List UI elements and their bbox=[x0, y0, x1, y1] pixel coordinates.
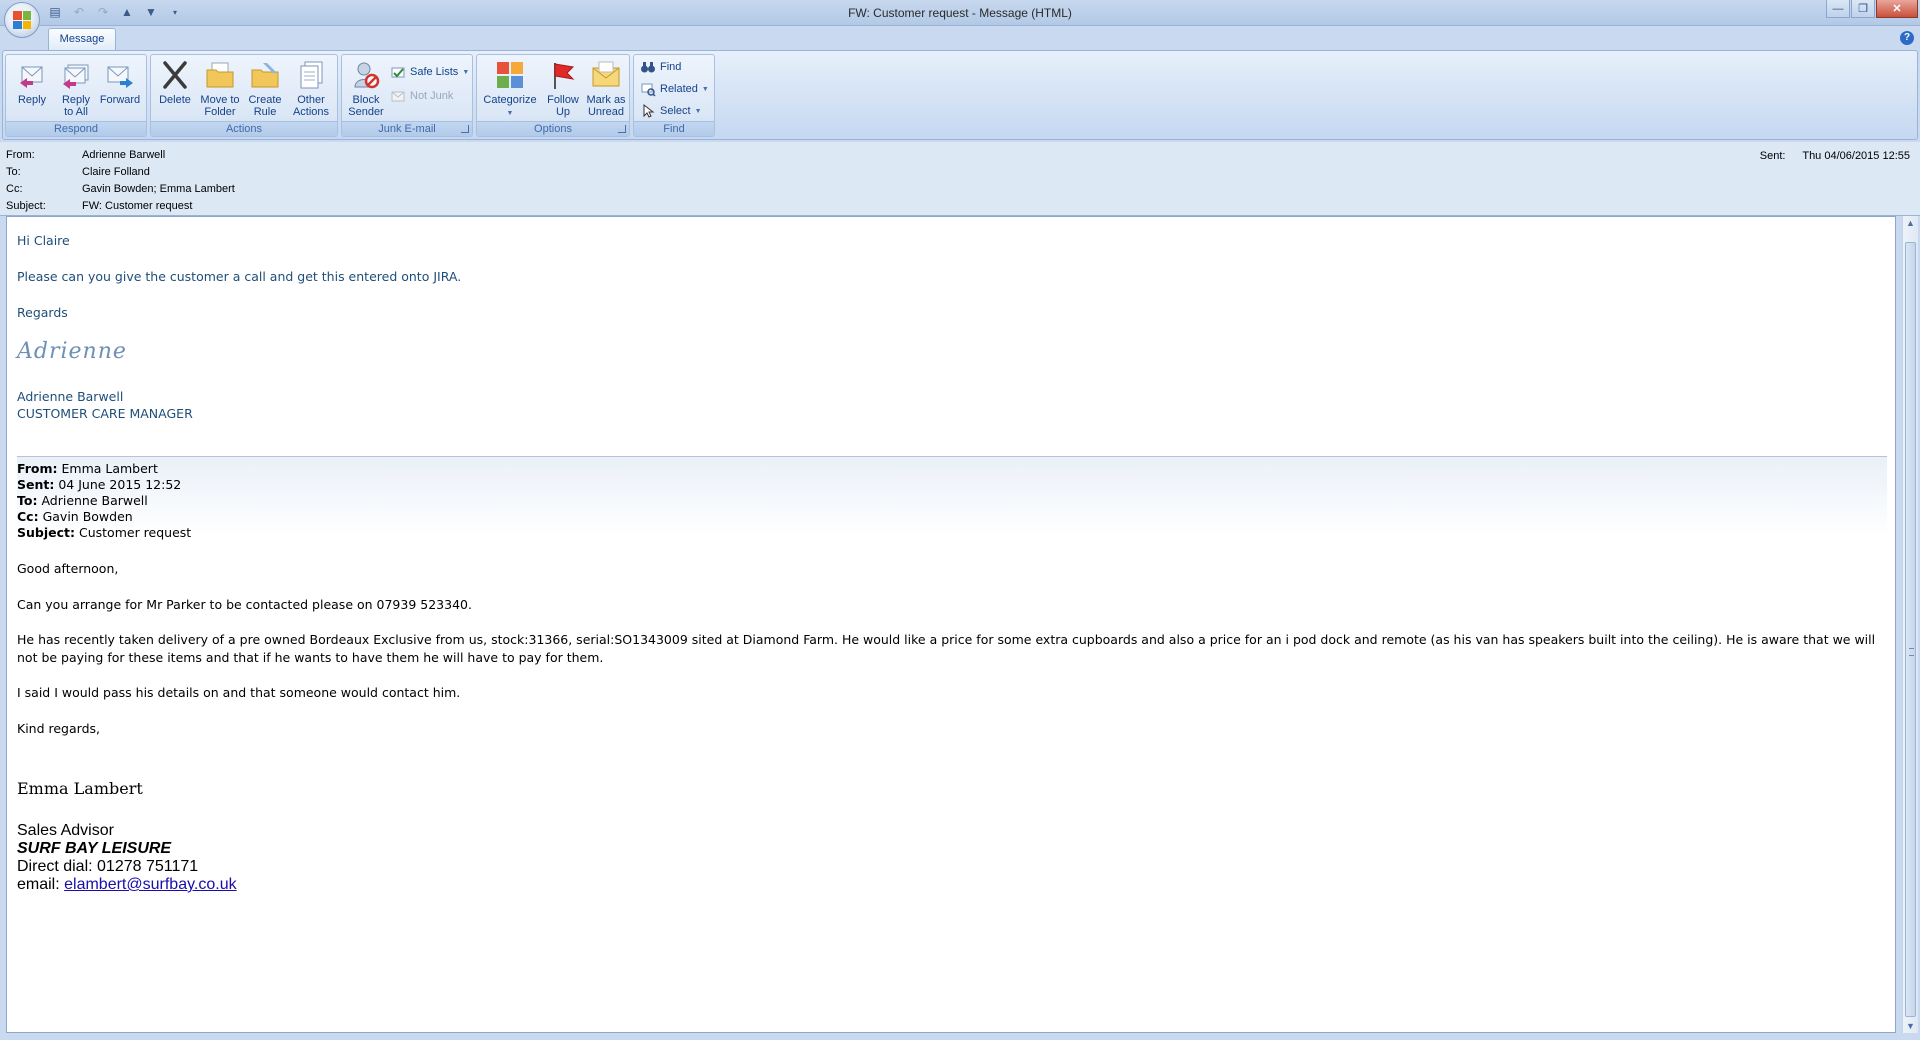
scroll-grip-icon bbox=[1909, 648, 1914, 656]
signature-title: CUSTOMER CARE MANAGER bbox=[17, 406, 193, 421]
fw-company: SURF BAY LEISURE bbox=[17, 840, 172, 857]
options-group: Categorize ▼ Follow Up Mark as Unread Op… bbox=[476, 54, 630, 137]
respond-group: Reply Reply to All Forward Respond bbox=[5, 54, 147, 137]
safe-lists-button[interactable]: Safe Lists ▼ bbox=[390, 63, 469, 81]
fw-closing: Kind regards, bbox=[17, 721, 100, 736]
from-label: From: bbox=[6, 149, 35, 161]
block-sender-icon bbox=[354, 62, 380, 89]
fw-email-line: email: elambert@surfbay.co.uk bbox=[17, 876, 237, 893]
mark-unread-icon bbox=[592, 61, 620, 87]
ribbon: Reply Reply to All Forward Respond Delet… bbox=[2, 50, 1918, 140]
junk-email-group-label: Junk E-mail bbox=[342, 121, 472, 136]
sent-label: Sent: bbox=[1759, 150, 1786, 162]
fw-sent: Sent: 04 June 2015 12:52 bbox=[17, 477, 182, 492]
related-button[interactable]: Related ▼ bbox=[640, 80, 709, 98]
handwritten-signature: Adrienne bbox=[17, 339, 127, 364]
greeting: Hi Claire bbox=[17, 233, 70, 248]
fw-from: From: Emma Lambert bbox=[17, 461, 158, 476]
reply-all-icon bbox=[63, 64, 89, 89]
actions-group: Delete Move to Folder Create Rule Other … bbox=[150, 54, 338, 137]
rule-icon bbox=[251, 63, 279, 88]
find-group-label: Find bbox=[634, 121, 714, 136]
body-line-1: Please can you give the customer a call … bbox=[17, 269, 462, 284]
regards: Regards bbox=[17, 305, 68, 320]
office-button[interactable] bbox=[4, 2, 40, 38]
sent-info: Sent: Thu 04/06/2015 12:55 bbox=[1760, 150, 1910, 162]
close-icon[interactable]: ✕ bbox=[1876, 0, 1918, 18]
cc-label: Cc: bbox=[6, 183, 23, 195]
folder-icon bbox=[206, 62, 234, 88]
follow-up-button[interactable]: Follow Up bbox=[541, 59, 585, 121]
fw-line-2: He has recently taken delivery of a pre … bbox=[17, 632, 1876, 665]
categorize-button[interactable]: Categorize ▼ bbox=[481, 59, 539, 121]
fw-to: To: Adrienne Barwell bbox=[17, 493, 148, 508]
fw-sender-name: Emma Lambert bbox=[17, 779, 143, 798]
not-junk-icon bbox=[391, 91, 405, 102]
reply-all-button[interactable]: Reply to All bbox=[54, 59, 98, 121]
fw-direct-dial: Direct dial: 01278 751171 bbox=[17, 858, 199, 875]
create-rule-button[interactable]: Create Rule bbox=[243, 59, 287, 121]
other-actions-icon bbox=[300, 61, 323, 89]
block-sender-button[interactable]: Block Sender bbox=[344, 59, 388, 121]
related-icon bbox=[641, 83, 656, 97]
to-value[interactable]: Claire Folland bbox=[82, 166, 150, 178]
select-button[interactable]: Select ▼ bbox=[640, 102, 702, 120]
restore-icon[interactable]: ❐ bbox=[1851, 0, 1875, 18]
actions-group-label: Actions bbox=[151, 121, 337, 136]
window-controls: — ❐ ✕ bbox=[1826, 0, 1918, 18]
help-icon[interactable]: ? bbox=[1900, 31, 1914, 45]
options-group-label: Options bbox=[477, 121, 629, 136]
fw-line-1: Can you arrange for Mr Parker to be cont… bbox=[17, 597, 472, 612]
message-body[interactable]: Hi Claire Please can you give the custom… bbox=[6, 216, 1896, 1033]
sent-value: Thu 04/06/2015 12:55 bbox=[1802, 150, 1910, 162]
fw-email-link[interactable]: elambert@surfbay.co.uk bbox=[64, 876, 236, 893]
scroll-up-icon[interactable]: ▲ bbox=[1903, 216, 1918, 230]
signature-name: Adrienne Barwell bbox=[17, 389, 124, 404]
scroll-thumb[interactable] bbox=[1905, 242, 1916, 1017]
fw-line-3: I said I would pass his details on and t… bbox=[17, 685, 461, 700]
from-value[interactable]: Adrienne Barwell bbox=[82, 149, 165, 161]
title-bar: ▤ ↶ ↷ ▲ ▼ ▾ FW: Customer request - Messa… bbox=[0, 0, 1920, 38]
delete-icon bbox=[163, 61, 187, 89]
categorize-icon bbox=[497, 62, 523, 88]
message-header: From: Adrienne Barwell To: Claire Follan… bbox=[0, 142, 1920, 216]
safe-lists-icon bbox=[391, 67, 405, 78]
forward-button[interactable]: Forward bbox=[98, 59, 142, 121]
cc-value[interactable]: Gavin Bowden; Emma Lambert bbox=[82, 183, 235, 195]
reply-icon bbox=[20, 66, 43, 88]
subject-label: Subject: bbox=[6, 200, 46, 212]
fw-subject: Subject: Customer request bbox=[17, 525, 192, 540]
mark-as-unread-button[interactable]: Mark as Unread bbox=[583, 59, 629, 121]
tab-message[interactable]: Message bbox=[48, 28, 116, 50]
ribbon-tab-row: Message ? bbox=[0, 26, 1920, 50]
fw-sender-title: Sales Advisor bbox=[17, 822, 114, 839]
fw-cc: Cc: Gavin Bowden bbox=[17, 509, 133, 524]
delete-button[interactable]: Delete bbox=[153, 59, 197, 121]
forward-separator bbox=[17, 456, 1887, 536]
move-to-folder-button[interactable]: Move to Folder bbox=[197, 59, 243, 121]
subject-value: FW: Customer request bbox=[82, 200, 193, 212]
junk-email-launcher-icon[interactable] bbox=[461, 125, 469, 133]
fw-greeting: Good afternoon, bbox=[17, 561, 119, 576]
categorize-dropdown-icon: ▼ bbox=[506, 110, 514, 117]
respond-group-label: Respond bbox=[6, 121, 146, 136]
options-launcher-icon[interactable] bbox=[618, 125, 626, 133]
window-title: FW: Customer request - Message (HTML) bbox=[848, 6, 1072, 20]
find-button[interactable]: Find bbox=[640, 58, 681, 76]
flag-icon bbox=[554, 63, 575, 89]
to-label: To: bbox=[6, 166, 21, 178]
select-cursor-icon bbox=[643, 103, 655, 118]
other-actions-button[interactable]: Other Actions bbox=[287, 59, 335, 121]
not-junk-button[interactable]: Not Junk bbox=[390, 87, 453, 105]
reply-button[interactable]: Reply bbox=[10, 59, 54, 121]
find-group: Find Related ▼ Select ▼ Find bbox=[633, 54, 715, 137]
binoculars-icon bbox=[641, 62, 655, 73]
vertical-scrollbar[interactable]: ▲ ▼ bbox=[1902, 216, 1918, 1033]
office-logo-icon bbox=[13, 11, 31, 29]
forward-icon bbox=[107, 66, 133, 88]
scroll-down-icon[interactable]: ▼ bbox=[1903, 1019, 1918, 1033]
junk-email-group: Block Sender Safe Lists ▼ Not Junk Junk E… bbox=[341, 54, 473, 137]
minimize-icon[interactable]: — bbox=[1826, 0, 1850, 18]
